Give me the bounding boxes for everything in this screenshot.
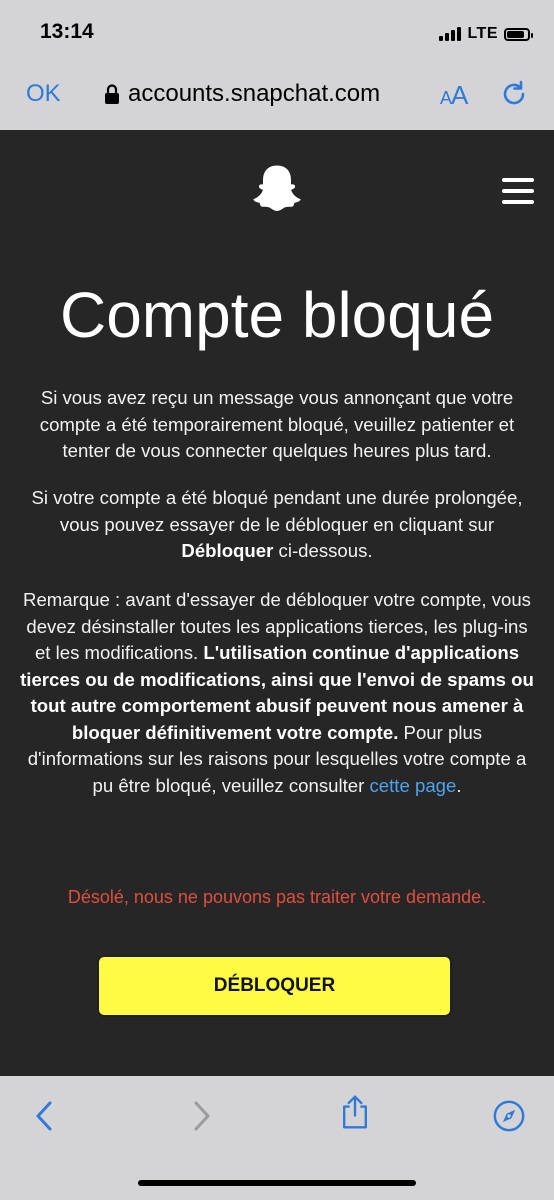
done-button[interactable]: OK [26,80,61,108]
reload-icon[interactable] [498,78,530,110]
snapchat-ghost-icon[interactable] [250,162,304,216]
lock-icon [105,84,119,104]
info-page-link[interactable]: cette page [370,775,457,796]
chevron-left-icon[interactable] [28,1098,62,1134]
note-paragraph: Remarque : avant d'essayer de débloquer … [20,589,534,796]
share-icon[interactable] [338,1094,372,1130]
home-indicator[interactable] [138,1180,416,1186]
hamburger-menu-icon[interactable] [502,178,534,204]
status-time: 13:14 [40,20,94,43]
battery-level [507,30,524,38]
battery-icon [504,27,533,41]
cellular-signal-icon [439,27,462,41]
reader-text-size-button[interactable]: AA [440,80,468,111]
info-paragraph-2: Si votre compte a été bloqué pendant une… [31,487,523,561]
network-type: LTE [467,25,498,42]
url-text: accounts.snapchat.com [128,80,381,107]
unblock-emphasis: Débloquer [181,540,274,561]
info-paragraph-1: Si vous avez reçu un message vous annonç… [39,387,515,461]
chevron-right-icon[interactable] [184,1098,218,1134]
error-message: Désolé, nous ne pouvons pas traiter votr… [67,887,487,907]
page-title: Compte bloqué [59,279,495,351]
compass-icon[interactable] [492,1098,526,1134]
status-indicators: LTE [439,22,533,46]
browser-top-bar: 13:14 LTE OK accounts.snapchat.com AA [0,0,554,130]
address-bar[interactable]: accounts.snapchat.com [104,80,380,108]
unblock-button[interactable]: DÉBLOQUER [97,955,452,1017]
